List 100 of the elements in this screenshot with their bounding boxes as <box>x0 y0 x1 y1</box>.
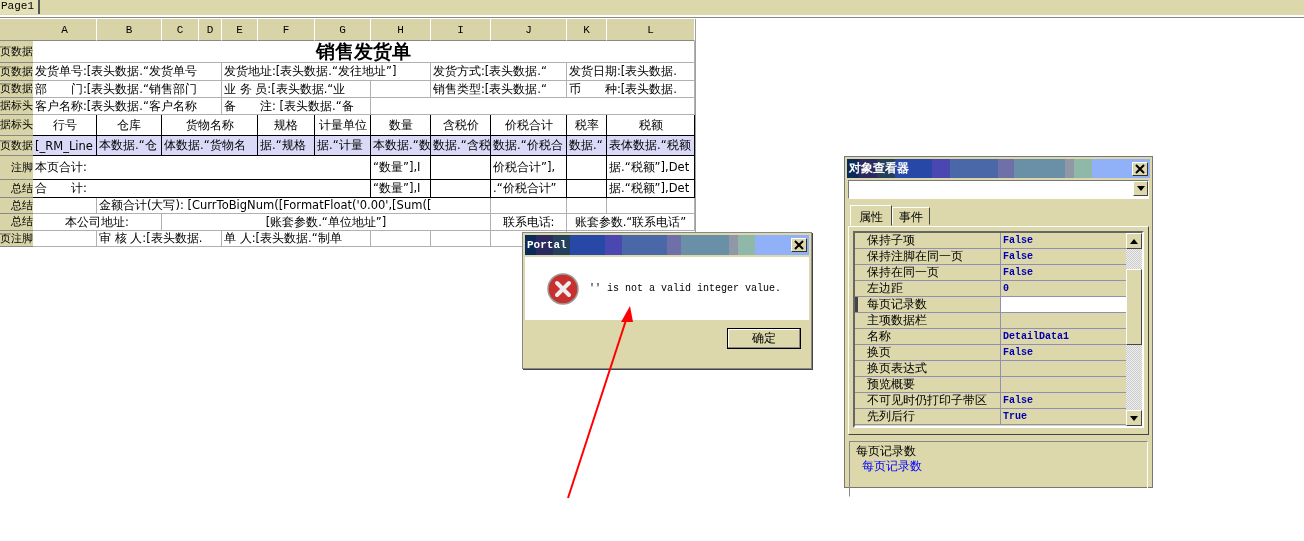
row-label: 总结 <box>0 214 33 231</box>
ok-button[interactable]: 确定 <box>727 328 801 349</box>
report-cell: 审 核 人:[表头数据. <box>97 231 222 247</box>
report-cell: 单 人:[表头数据.“制单 <box>222 231 371 247</box>
close-icon <box>1135 163 1145 174</box>
row-label: 页数据 <box>0 63 33 81</box>
report-cell: 销售类型:[表头数据.“ <box>431 81 567 98</box>
property-value: 0 <box>1002 282 1010 296</box>
scroll-thumb[interactable] <box>1126 269 1142 345</box>
report-cell: “数量”],I <box>371 156 431 180</box>
property-value: False <box>1002 346 1034 360</box>
close-button[interactable] <box>791 238 807 252</box>
report-cell: 本数据.“数 <box>371 136 431 156</box>
row-label: 页数据 <box>0 41 33 63</box>
column-header: G <box>315 19 371 41</box>
object-selector[interactable] <box>848 180 1149 199</box>
column-header: I <box>431 19 491 41</box>
report-cell: 价税合计”], <box>491 156 567 180</box>
property-value: False <box>1002 250 1034 264</box>
property-row[interactable]: 名称 DetailData1 <box>855 329 1126 345</box>
property-value: DetailData1 <box>1002 330 1070 344</box>
property-row[interactable]: 换页表达式 <box>855 361 1126 377</box>
report-cell: 金额合计(大写): [CurrToBigNum([FormatFloat('0.00',[Sum([ <box>97 198 491 214</box>
report-cell: 本公司地址: <box>33 214 162 231</box>
property-name: 不可见时仍打印子带区 <box>855 393 1001 408</box>
property-name: 换页 <box>855 345 1001 360</box>
report-cell: [_RM_Line <box>33 136 97 156</box>
report-cell: “数量”],I <box>371 180 431 198</box>
dropdown-arrow-icon <box>1136 186 1145 191</box>
report-cell: 联系电话: <box>491 214 567 231</box>
report-cell: 发货日期:[表头数据. <box>567 63 695 81</box>
error-icon <box>547 272 579 305</box>
column-header: K <box>567 19 607 41</box>
report-cell: [账套参数.“单位地址”] <box>162 214 491 231</box>
tab[interactable]: 属性 <box>850 205 892 226</box>
report-cell: 发货单号:[表头数据.“发货单号 <box>33 63 222 81</box>
column-header: E <box>222 19 258 41</box>
property-row[interactable]: 换页 False <box>855 345 1126 361</box>
report-cell: 据.“税额”],Det <box>607 156 695 180</box>
property-name: 保持子项 <box>855 233 1001 248</box>
row-label: 总结 <box>0 180 33 198</box>
row-label: 页数据 <box>0 81 33 98</box>
scrollbar[interactable] <box>1126 233 1142 426</box>
description-title: 每页记录数 <box>856 444 917 459</box>
report-cell: .“价税合计” <box>491 180 567 198</box>
property-row[interactable]: 保持注脚在同一页 False <box>855 249 1126 265</box>
report-cell: 据.“税额”],Det <box>607 180 695 198</box>
property-name: 先列后行 <box>855 409 1001 424</box>
row-label: 据标头 <box>0 115 33 136</box>
row-label: 页数据 <box>0 136 33 156</box>
report-cell: 表体数据.“税额 <box>607 136 695 156</box>
property-name: 主项数据栏 <box>855 313 1001 328</box>
report-cell: 体数据.“货物名 <box>162 136 258 156</box>
column-header: D <box>199 19 222 41</box>
report-cell: 据.“规格 <box>258 136 315 156</box>
property-name: 换页表达式 <box>855 361 1001 376</box>
property-row[interactable]: 先列后行 True <box>855 409 1126 425</box>
scroll-up-icon <box>1130 238 1138 244</box>
property-name: 名称 <box>855 329 1001 344</box>
report-cell: 账套参数.“联系电话” <box>567 214 695 231</box>
report-cell: 部 门:[表头数据.“销售部门 <box>33 81 222 98</box>
column-header: B <box>97 19 162 41</box>
property-row[interactable]: 保持在同一页 False <box>855 265 1126 281</box>
column-header: L <box>607 19 695 41</box>
row-label: 据标头 <box>0 98 33 115</box>
scroll-down-icon <box>1130 415 1138 421</box>
report-cell: 业 务 员:[表头数据.“业 <box>222 81 371 98</box>
property-row[interactable]: 保持子项 False <box>855 233 1126 249</box>
close-icon <box>794 240 804 250</box>
report-cell: 本页合计: <box>33 156 371 180</box>
property-row[interactable]: 主项数据栏 <box>855 313 1126 329</box>
report-cell: 备 注: [表头数据.“备 <box>222 98 371 115</box>
report-cell: 数据.“ <box>567 136 607 156</box>
row-label: 总结 <box>0 198 33 214</box>
property-row[interactable]: 不可见时仍打印子带区 False <box>855 393 1126 409</box>
report-cell: 数据.“价税合 <box>491 136 567 156</box>
column-header: J <box>491 19 567 41</box>
property-name: 保持在同一页 <box>855 265 1001 280</box>
property-value: False <box>1002 234 1034 248</box>
row-label: 页注脚 <box>0 231 33 247</box>
close-button[interactable] <box>1132 161 1148 176</box>
row-label: 注脚 <box>0 156 33 180</box>
property-row[interactable]: 预览概要 <box>855 377 1126 393</box>
column-header: A <box>33 19 97 41</box>
column-header: F <box>258 19 315 41</box>
report-cell: 客户名称:[表头数据.“客户名称 <box>33 98 222 115</box>
error-message: '' is not a valid integer value. <box>589 283 782 294</box>
scroll-up-button[interactable] <box>1126 233 1142 249</box>
page-tab[interactable]: Page1 <box>0 0 40 14</box>
report-cell: 本数据.“仓 <box>97 136 162 156</box>
property-row[interactable]: 每页记录数 <box>855 297 1126 313</box>
report-cell: 发货方式:[表头数据.“ <box>431 63 567 81</box>
report-cell: 币 种:[表头数据. <box>567 81 695 98</box>
description-text: 每页记录数 <box>861 459 923 474</box>
column-header: C <box>162 19 199 41</box>
report-cell: 发货地址:[表头数据.“发往地址”] <box>222 63 431 81</box>
property-value: False <box>1002 394 1034 408</box>
tab[interactable]: 事件 <box>892 207 930 225</box>
property-name: 左边距 <box>855 281 1001 296</box>
scroll-down-button[interactable] <box>1126 410 1142 426</box>
